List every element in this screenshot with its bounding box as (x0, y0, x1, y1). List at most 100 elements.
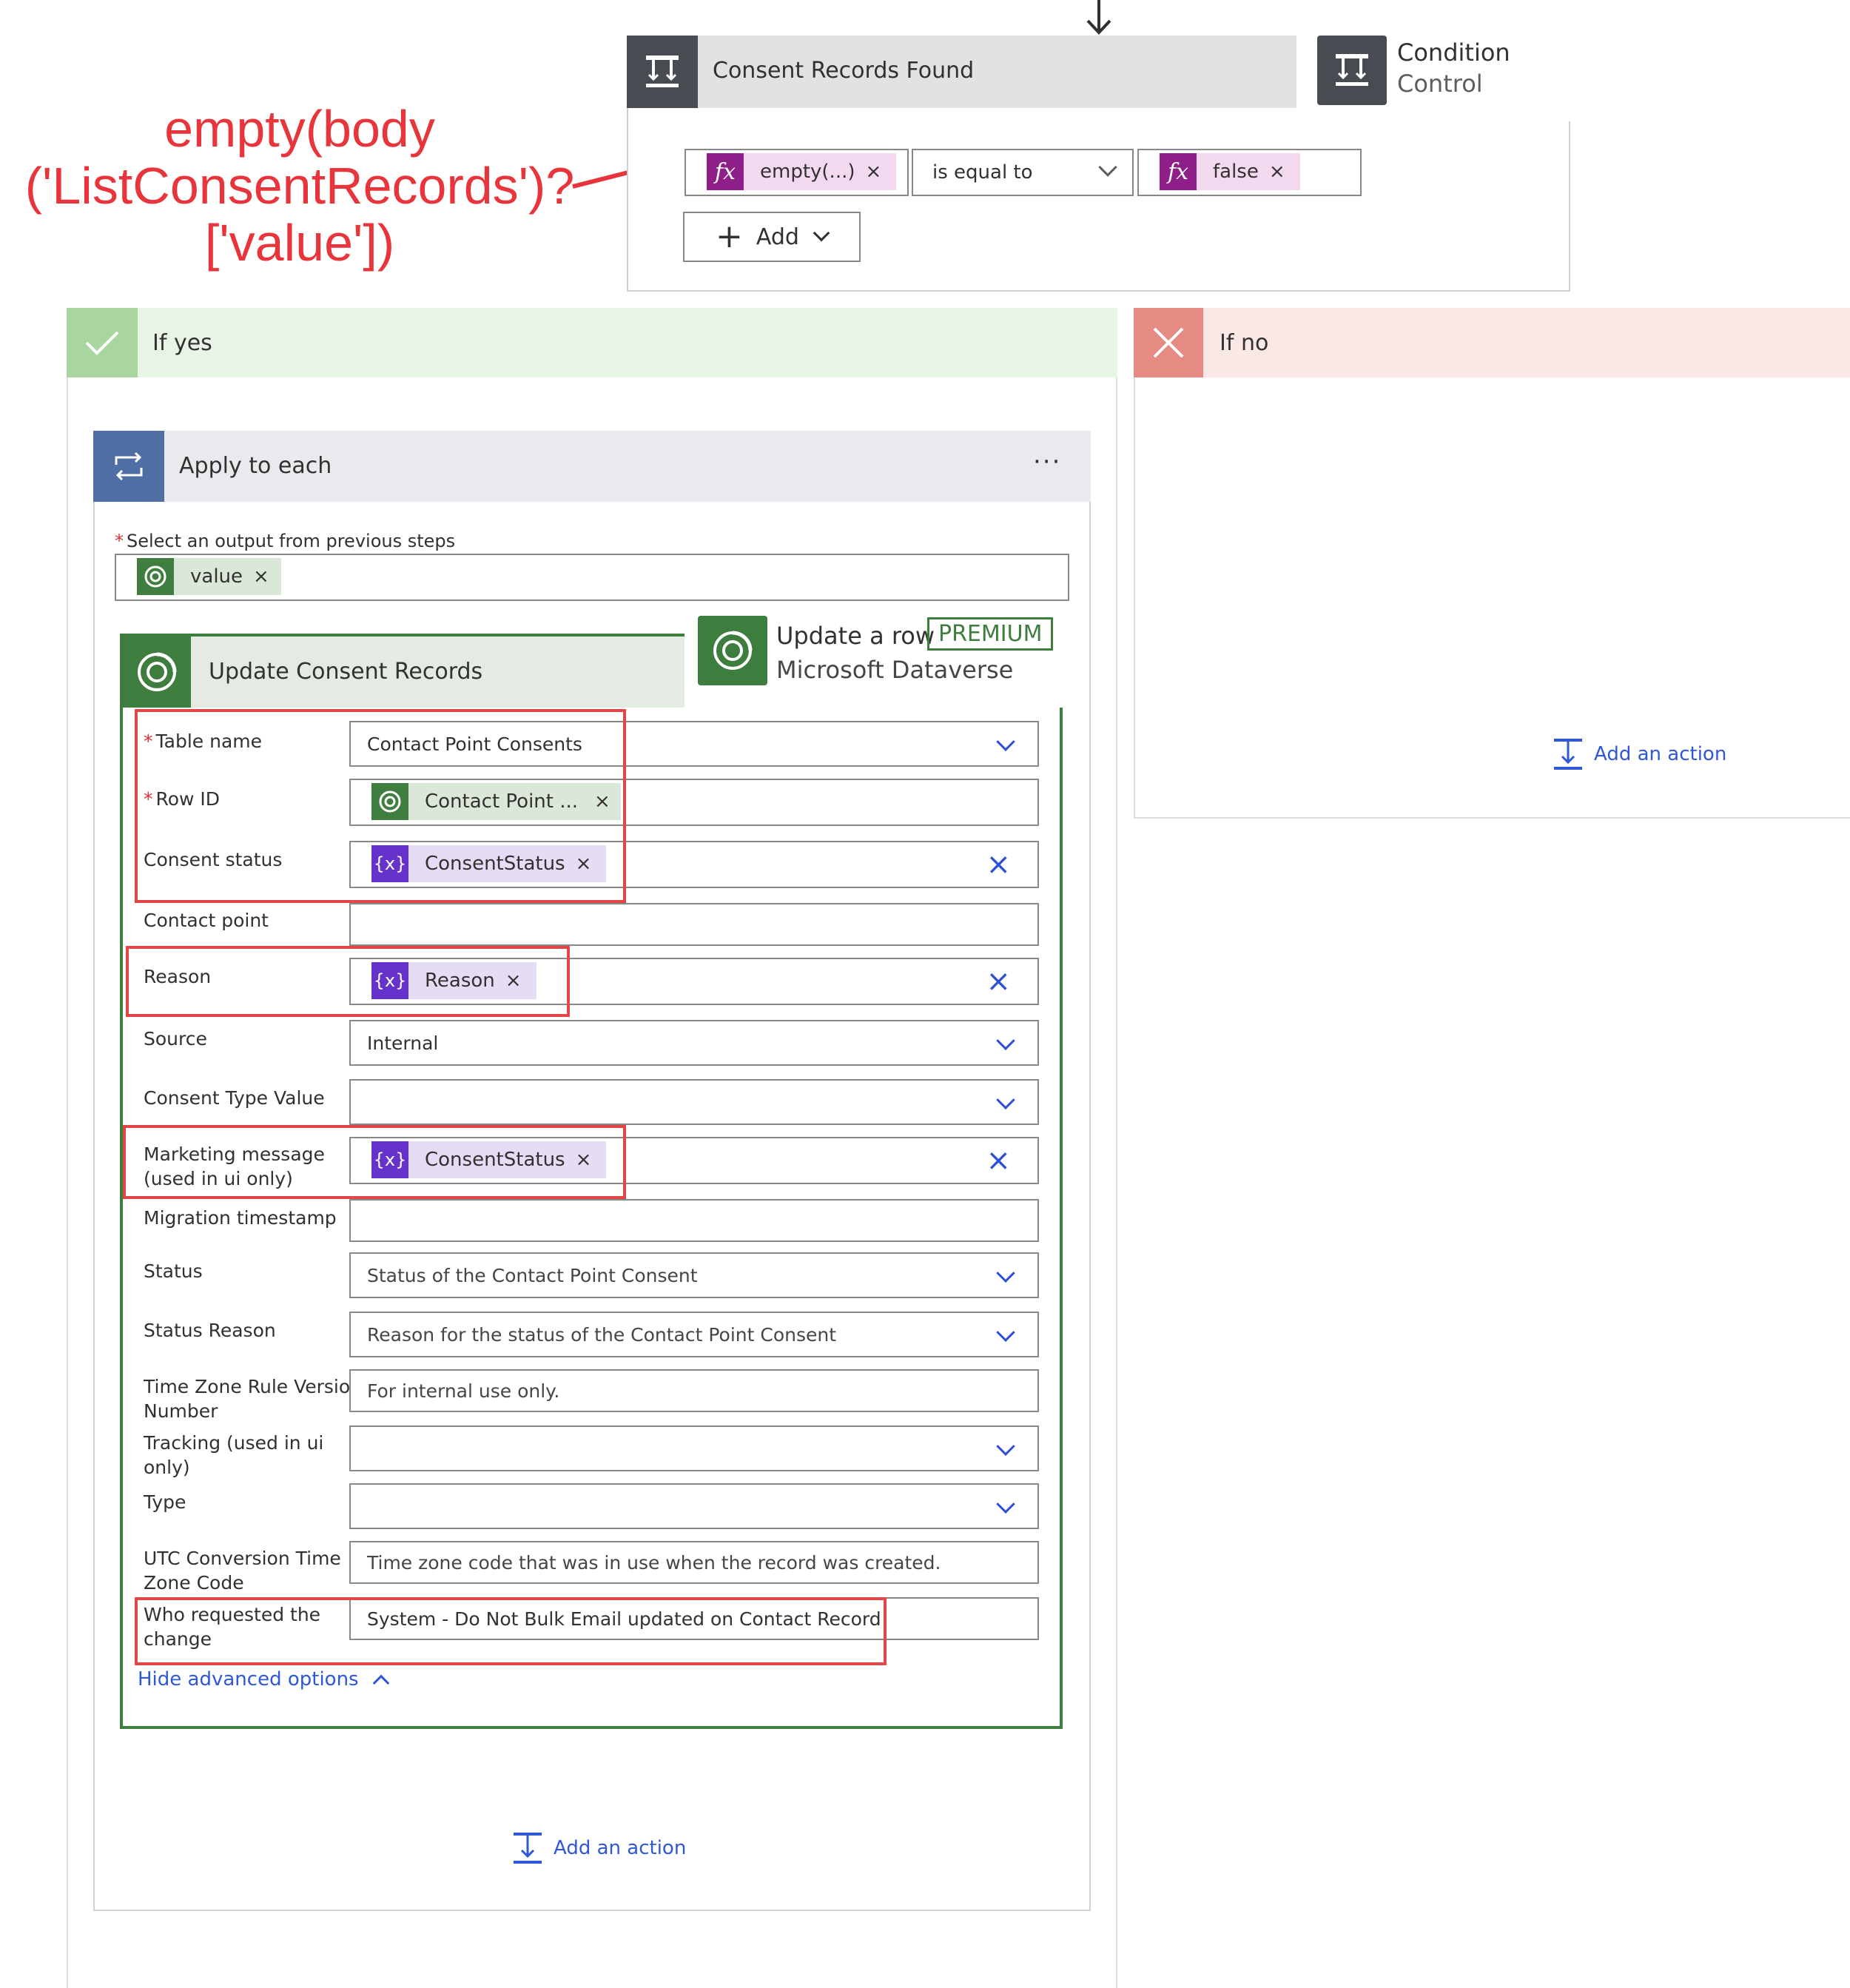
source-label: Source (144, 1028, 207, 1050)
add-condition-button[interactable]: + Add (683, 212, 861, 262)
expression-token-label: empty(...) (760, 161, 855, 183)
expression-token[interactable]: fx false × (1160, 153, 1300, 190)
add-action-icon (514, 1833, 542, 1864)
hide-advanced-options-link[interactable]: Hide advanced options (138, 1668, 389, 1692)
chevron-down-icon (996, 1263, 1015, 1283)
time-zone-rule-label-line-2: Number (144, 1400, 218, 1422)
condition-body (627, 108, 1570, 292)
tracking-dropdown[interactable] (349, 1425, 1039, 1471)
if-no-header[interactable]: If no (1134, 308, 1850, 377)
clear-field-icon[interactable]: × (986, 1146, 1011, 1175)
expression-icon: fx (707, 153, 744, 190)
select-output-text: Select an output from previous steps (127, 531, 456, 551)
migration-timestamp-field[interactable] (349, 1199, 1039, 1242)
condition-tooltip-subtitle: Control (1397, 70, 1483, 98)
if-no-add-action[interactable]: Add an action (1551, 737, 1726, 771)
more-options-icon[interactable]: ··· (1033, 447, 1061, 477)
condition-icon (627, 36, 698, 108)
required-marker: * (115, 531, 124, 551)
annotation-line-3: ['value']) (204, 214, 395, 272)
highlight-box (135, 709, 626, 903)
consent-type-value-dropdown[interactable] (349, 1079, 1039, 1125)
remove-token-icon[interactable]: × (1269, 161, 1285, 183)
status-label: Status (144, 1260, 203, 1282)
source-value: Internal (367, 1032, 439, 1054)
apply-to-each-header[interactable]: Apply to each ··· (93, 431, 1091, 502)
value-token[interactable]: value × (137, 558, 281, 595)
expression-token-label: false (1213, 161, 1259, 183)
remove-token-icon[interactable]: × (866, 161, 882, 183)
select-output-label: * Select an output from previous steps (115, 530, 455, 553)
time-zone-rule-label: Time Zone Rule Version Number (144, 1375, 362, 1423)
flow-arrow-icon (1086, 0, 1111, 35)
if-yes-header[interactable]: If yes (67, 308, 1117, 377)
condition-title: Consent Records Found (713, 58, 975, 84)
add-action-label: Add an action (554, 1837, 687, 1859)
migration-timestamp-label: Migration timestamp (144, 1207, 337, 1229)
chevron-down-icon (996, 1090, 1015, 1110)
status-dropdown[interactable]: Status of the Contact Point Consent (349, 1252, 1039, 1298)
chevron-down-icon (996, 1437, 1015, 1457)
type-label: Type (144, 1491, 186, 1513)
loop-icon (93, 431, 164, 502)
if-yes-label: If yes (152, 330, 212, 356)
expression-token[interactable]: fx empty(...) × (707, 153, 897, 190)
premium-badge: PREMIUM (927, 617, 1054, 651)
source-dropdown[interactable]: Internal (349, 1020, 1039, 1066)
add-action-icon (1554, 739, 1582, 770)
annotation-line-1: empty(body (164, 100, 435, 158)
type-dropdown[interactable] (349, 1483, 1039, 1529)
contact-point-field[interactable] (349, 903, 1039, 946)
time-zone-rule-label-line-1: Time Zone Rule Version (144, 1376, 363, 1397)
utc-conversion-label-line-1: UTC Conversion Time (144, 1548, 341, 1569)
chevron-down-icon (813, 224, 830, 242)
contact-point-label: Contact point (144, 910, 269, 931)
utc-conversion-placeholder: Time zone code that was in use when the … (367, 1551, 941, 1574)
condition-right-operand[interactable]: fx false × (1137, 149, 1362, 196)
chevron-down-icon (996, 732, 1015, 752)
highlight-box (123, 1125, 626, 1199)
checkmark-icon (67, 308, 138, 377)
chevron-up-icon (372, 1674, 389, 1692)
remove-token-icon[interactable]: × (253, 565, 269, 588)
status-reason-placeholder: Reason for the status of the Contact Poi… (367, 1323, 837, 1346)
dataverse-icon (137, 558, 174, 595)
condition-tooltip-icon (1317, 36, 1387, 105)
add-action-label: Add an action (1594, 743, 1727, 765)
tracking-label-line-2: only) (144, 1456, 190, 1478)
clear-field-icon[interactable]: × (986, 967, 1011, 996)
if-no-label: If no (1220, 330, 1269, 356)
expression-icon: fx (1160, 153, 1197, 190)
update-consent-records-header[interactable]: Update Consent Records (123, 637, 685, 708)
condition-left-operand[interactable]: fx empty(...) × (684, 149, 909, 196)
utc-conversion-label-line-2: Zone Code (144, 1571, 244, 1594)
chevron-down-icon (996, 1031, 1015, 1051)
update-consent-records-title: Update Consent Records (209, 659, 483, 685)
if-no-branch (1134, 308, 1850, 819)
condition-tooltip-title: Condition (1397, 38, 1510, 67)
value-token-label: value (190, 565, 243, 588)
apply-to-each-title: Apply to each (179, 453, 332, 479)
status-reason-dropdown[interactable]: Reason for the status of the Contact Poi… (349, 1312, 1039, 1357)
dataverse-icon (123, 637, 191, 708)
time-zone-rule-field[interactable]: For internal use only. (349, 1369, 1039, 1412)
operator-label: is equal to (932, 161, 1033, 184)
select-output-field[interactable]: value × (115, 554, 1069, 601)
chevron-down-icon (996, 1494, 1015, 1514)
update-row-tooltip-subtitle: Microsoft Dataverse (776, 656, 1014, 684)
highlight-box (126, 946, 570, 1017)
add-button-label: Add (756, 224, 799, 250)
hide-advanced-options-label: Hide advanced options (138, 1668, 359, 1690)
condition-tooltip: Condition Control (1296, 16, 1576, 121)
utc-conversion-field[interactable]: Time zone code that was in use when the … (349, 1541, 1039, 1584)
operator-dropdown[interactable]: is equal to (912, 149, 1134, 196)
status-reason-label: Status Reason (144, 1320, 276, 1341)
update-row-tooltip-title: Update a row (776, 622, 935, 650)
apply-add-action[interactable]: Add an action (511, 1831, 686, 1865)
status-placeholder: Status of the Contact Point Consent (367, 1264, 698, 1286)
plus-icon: + (716, 218, 743, 255)
clear-field-icon[interactable]: × (986, 850, 1011, 879)
chevron-down-icon (996, 1323, 1015, 1343)
dataverse-icon (698, 616, 767, 685)
tracking-label: Tracking (used in ui only) (144, 1431, 323, 1480)
